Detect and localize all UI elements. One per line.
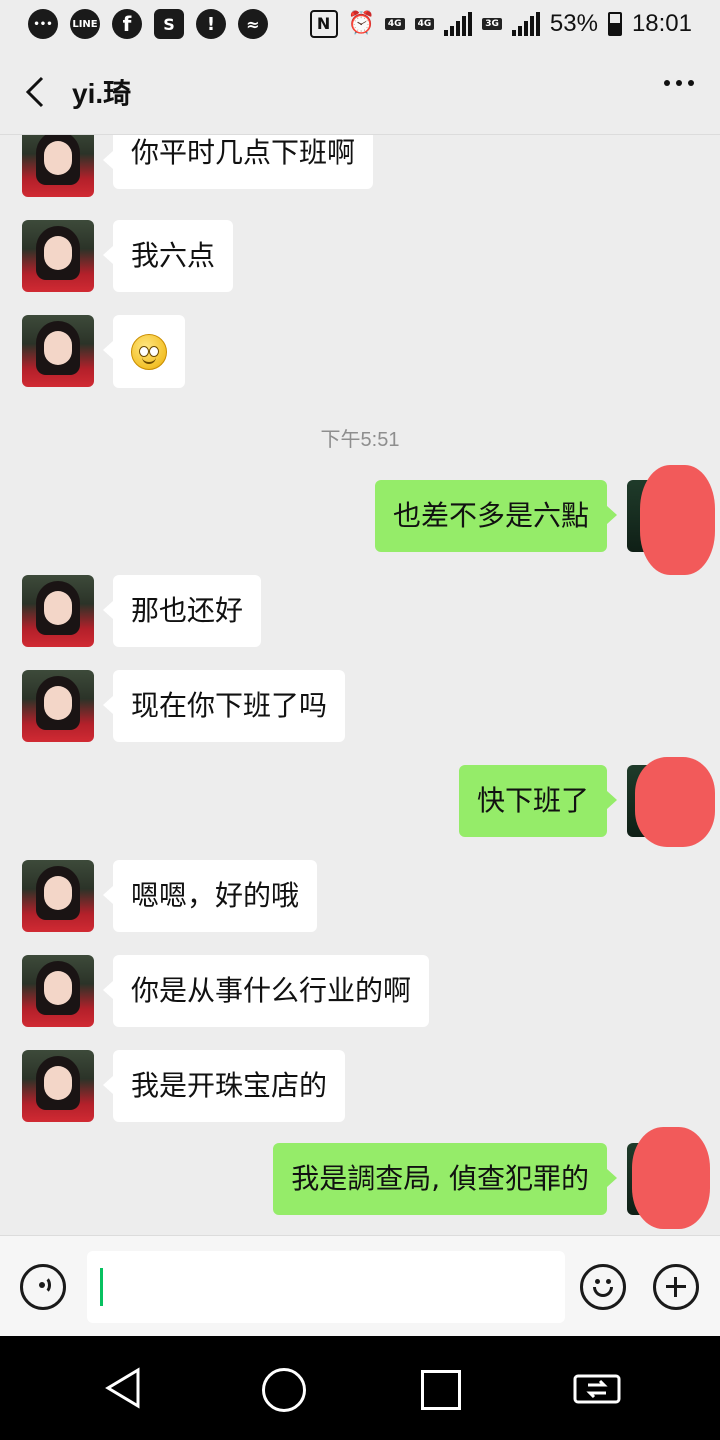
network-type-label-3: 3G xyxy=(482,18,502,30)
more-attachments-button[interactable] xyxy=(653,1264,699,1310)
incoming-message-bubble[interactable]: 嗯嗯，好的哦 xyxy=(102,860,318,932)
contact-avatar[interactable] xyxy=(22,220,94,292)
message-input[interactable] xyxy=(87,1251,565,1323)
chat-header: yi.琦 xyxy=(0,50,720,135)
notification-icons: ••• LINE f S ! ≈ xyxy=(28,9,268,39)
text-cursor xyxy=(100,1268,103,1306)
nav-home-button[interactable] xyxy=(262,1368,306,1412)
smiley-icon xyxy=(595,1279,600,1284)
incoming-emoji-bubble[interactable] xyxy=(103,315,185,388)
system-indicators: N ⏰ 4G 4G 3G 53% 18:01 xyxy=(309,10,692,38)
alarm-clock-icon: ⏰ xyxy=(347,11,375,36)
network-type-label-2: 4G xyxy=(414,18,435,30)
status-bar: ••• LINE f S ! ≈ N ⏰ 4G 4G 3G 53% 18:01 xyxy=(0,0,720,50)
incoming-message-bubble[interactable]: 我六点 xyxy=(102,220,234,292)
clock-time: 18:01 xyxy=(631,10,692,37)
more-dots-icon xyxy=(664,80,670,86)
line-label: LINE xyxy=(72,18,98,30)
network-type-label: 4G xyxy=(384,18,405,30)
incoming-message-bubble[interactable]: 你平时几点下班啊 xyxy=(102,135,374,189)
composer-bar xyxy=(0,1235,720,1336)
nav-dual-window-button[interactable] xyxy=(572,1368,622,1408)
battery-icon xyxy=(607,12,622,36)
redaction-mark xyxy=(632,1127,710,1229)
chevron-left-icon xyxy=(25,76,44,108)
battery-percent: 53% xyxy=(549,10,598,37)
dual-window-icon xyxy=(573,1374,621,1404)
line-app-icon: LINE xyxy=(70,9,100,39)
nfc-icon: N xyxy=(309,10,338,38)
outgoing-message-bubble[interactable]: 我是調查局, 偵查犯罪的 xyxy=(273,1143,617,1215)
contact-avatar[interactable] xyxy=(22,135,94,197)
signal-strength-icon-2 xyxy=(511,12,540,36)
incoming-message-bubble[interactable]: 那也还好 xyxy=(102,575,262,647)
nav-back-button[interactable] xyxy=(104,1366,144,1410)
facebook-icon: f xyxy=(112,9,142,39)
chat-bubble-icon: ••• xyxy=(28,9,58,39)
signal-strength-icon xyxy=(444,12,473,36)
smile-emoji-icon xyxy=(131,334,167,370)
message-timestamp: 下午5:51 xyxy=(320,429,400,451)
incoming-message-bubble[interactable]: 我是开珠宝店的 xyxy=(102,1050,346,1122)
chat-title: yi.琦 xyxy=(72,78,132,109)
message-list[interactable]: 你平时几点下班啊 我六点 下午5:51 也差不多是六點 那也还好 现在你下班了吗… xyxy=(0,135,720,1235)
redaction-mark xyxy=(640,465,715,575)
contact-avatar[interactable] xyxy=(22,1050,94,1122)
nav-recents-button[interactable] xyxy=(421,1370,461,1410)
contact-avatar[interactable] xyxy=(22,955,94,1027)
more-options-button[interactable] xyxy=(664,80,694,86)
emoji-button[interactable] xyxy=(580,1264,626,1310)
system-navigation-bar xyxy=(0,1336,720,1440)
shopee-icon: S xyxy=(154,9,184,39)
incoming-message-bubble[interactable]: 你是从事什么行业的啊 xyxy=(102,955,430,1027)
incoming-message-bubble[interactable]: 现在你下班了吗 xyxy=(102,670,346,742)
back-button[interactable] xyxy=(18,70,58,114)
messenger-icon: ≈ xyxy=(238,9,268,39)
outgoing-message-bubble[interactable]: 快下班了 xyxy=(458,765,618,837)
contact-avatar[interactable] xyxy=(22,670,94,742)
contact-avatar[interactable] xyxy=(22,575,94,647)
voice-input-button[interactable] xyxy=(20,1264,66,1310)
triangle-back-icon xyxy=(105,1367,140,1409)
outgoing-message-bubble[interactable]: 也差不多是六點 xyxy=(374,480,618,552)
contact-avatar[interactable] xyxy=(22,860,94,932)
contact-avatar[interactable] xyxy=(22,315,94,387)
alarm-alert-icon: ! xyxy=(196,9,226,39)
redaction-mark xyxy=(635,757,715,847)
